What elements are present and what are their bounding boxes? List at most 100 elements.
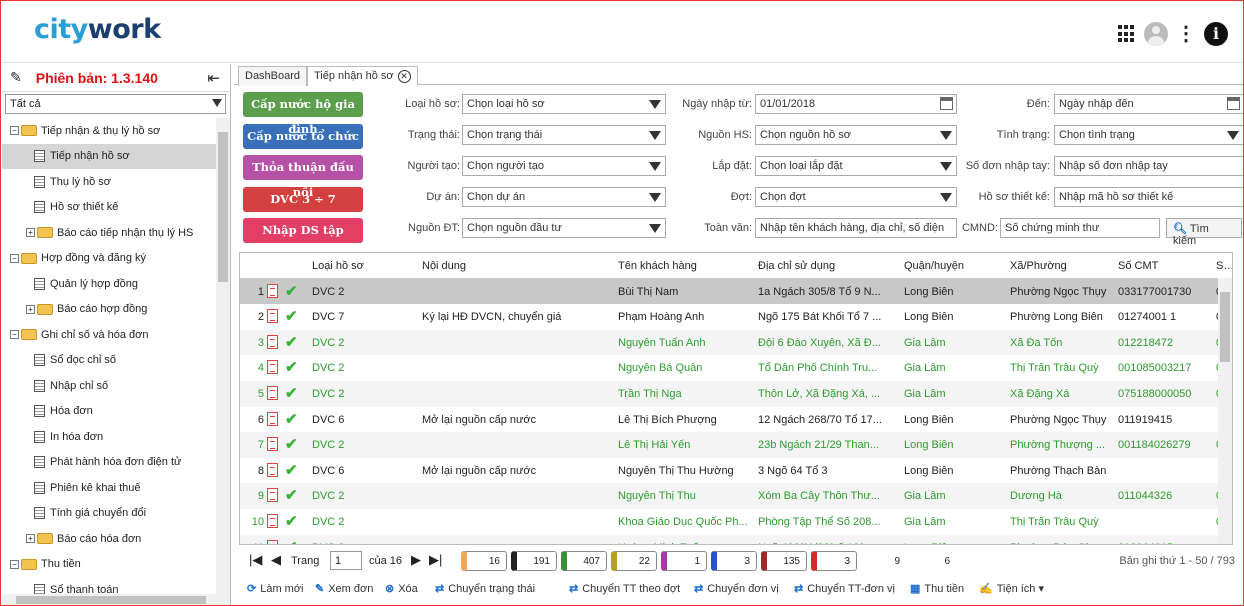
delete-button[interactable]: ⊗ Xóa [385,582,418,595]
sidebar-scrollbar[interactable] [216,118,230,594]
table-row[interactable]: 1 ✔ DVC 2 Bùi Thị Nam 1a Ngách 305/8 Tổ 9 N.… [240,278,1232,305]
change-status-button[interactable]: ⇄ Chuyển trạng thái [435,582,535,595]
column-header[interactable]: Địa chỉ sử dụng [758,260,898,272]
sidebar-item[interactable]: Tiếp nhận hồ sơ [2,143,216,169]
cap-nuoc-to-chuc-button[interactable]: Cấp nước tổ chức [243,123,363,149]
pdf-icon[interactable] [267,334,278,349]
collect-money-button[interactable]: ▦ Thu tiền [910,582,964,595]
view-button[interactable]: ✎ Xem đơn [315,582,373,595]
sidebar-item[interactable]: − Thu tiền [2,552,216,578]
checkmark-icon[interactable]: ✔ [285,486,298,504]
dot-select[interactable]: Chọn đợt [755,187,957,207]
tab-tiep-nhan-ho-so[interactable]: Tiếp nhận hồ sơ ✕ [307,66,418,86]
user-avatar-icon[interactable] [1144,22,1168,46]
checkmark-icon[interactable]: ✔ [285,410,298,428]
close-tab-icon[interactable]: ✕ [397,70,411,83]
pdf-icon[interactable] [267,539,278,544]
cmnd-input[interactable]: Số chứng minh thư [1000,218,1160,238]
sidebar-item[interactable]: In hóa đơn [2,424,216,450]
calendar-icon[interactable] [940,97,953,110]
change-status-batch-button[interactable]: ⇄ Chuyển TT theo đợt [569,582,680,595]
expand-icon[interactable]: + [26,304,35,314]
change-unit-button[interactable]: ⇄ Chuyển đơn vị [694,582,779,595]
table-row[interactable]: 11 ✔ DVC 2 Hoàng Minh Tuấn Ngõ 406/11/26/số … [240,534,1232,544]
nhap-ds-tap-trung-button[interactable]: Nhập DS tập trung [243,218,363,262]
tinh-trang-select[interactable]: Chọn tình trạng [1054,125,1243,145]
collapse-icon[interactable]: − [10,253,19,263]
pdf-icon[interactable] [267,309,278,324]
more-vertical-icon[interactable]: ⋮ [1176,24,1196,44]
dvc-3-7-button[interactable]: DVC 3 ÷ 7 [243,186,363,212]
pdf-icon[interactable] [267,462,278,477]
sidebar-item[interactable]: + Báo cáo hợp đồng [2,297,216,323]
pdf-icon[interactable] [267,411,278,426]
search-button[interactable]: 🔍︎ Tìm kiếm [1166,218,1242,247]
table-scrollbar[interactable] [1218,278,1232,544]
table-row[interactable]: 9 ✔ DVC 2 Nguyễn Thị Thu Xóm Ba Cây Thôn Thư… [240,483,1232,509]
table-row[interactable]: 6 ✔ DVC 6 Mở lại nguồn cấp nước Lê Thị Bích … [240,406,1232,433]
nguoi-tao-select[interactable]: Chọn người tạo [462,156,666,176]
sidebar-item[interactable]: − Hợp đồng và đăng ký [2,246,216,272]
logo[interactable]: citywork [34,14,161,45]
checkmark-icon[interactable]: ✔ [285,282,298,300]
edit-icon[interactable]: ✎ [10,69,22,86]
sidebar-item[interactable]: Sổ đọc chỉ số [2,348,216,374]
status-count-badge[interactable]: 3 [811,551,857,571]
first-page-icon[interactable]: |◀ [249,552,262,568]
column-header[interactable]: Tên khách hàng [618,260,752,272]
du-an-select[interactable]: Chọn dự án [462,187,666,207]
thoa-thuan-dau-noi-button[interactable]: Thỏa thuận đấu nối [243,155,363,199]
page-number-input[interactable]: 1 [330,551,362,570]
prev-page-icon[interactable]: ◀ [271,552,281,568]
loai-ho-so-select[interactable]: Chọn loại hồ sơ [462,94,666,114]
pdf-icon[interactable] [267,386,278,400]
table-row[interactable]: 5 ✔ DVC 2 Trần Thị Nga Thôn Lở, Xã Đặng Xá, … [240,381,1232,407]
checkmark-icon[interactable]: ✔ [285,461,298,479]
column-header[interactable]: Số CMT [1118,260,1210,272]
column-header[interactable]: Loại hồ sơ [312,260,402,272]
status-count-badge[interactable]: 3 [711,551,757,571]
sidebar-item[interactable]: − Ghi chỉ số và hóa đơn [2,322,216,348]
checkmark-icon[interactable]: ✔ [285,384,298,402]
checkmark-icon[interactable]: ✔ [285,538,298,544]
checkmark-icon[interactable]: ✔ [285,307,298,325]
pdf-icon[interactable] [267,514,278,528]
ngay-nhap-den-input[interactable]: Ngày nhập đến [1054,94,1243,114]
sidebar-item[interactable]: − Tiếp nhận & thụ lý hồ sơ [2,118,216,144]
sidebar-item[interactable]: + Báo cáo tiếp nhận thụ lý HS [2,220,216,246]
table-row[interactable]: 4 ✔ DVC 2 Nguyễn Bá Quân Tổ Dân Phố Chính Tr… [240,355,1232,381]
table-row[interactable]: 8 ✔ DVC 6 Mở lại nguồn cấp nước Nguyễn Thị T… [240,457,1232,484]
table-row[interactable]: 2 ✔ DVC 7 Ký lại HĐ DVCN, chuyển giá Phạm Ho… [240,304,1232,330]
status-count-badge[interactable]: 9 [861,551,907,571]
table-row[interactable]: 10 ✔ DVC 2 Khoa Giáo Dục Quốc Ph... Phòng Tậ… [240,509,1232,535]
cap-nuoc-ho-gia-dinh-button[interactable]: Cấp nước hộ gia đình [243,92,363,136]
collapse-icon[interactable]: − [10,559,19,569]
nguon-dt-select[interactable]: Chọn nguồn đầu tư [462,218,666,238]
sidebar-item[interactable]: Phát hành hóa đơn điện tử [2,450,216,476]
column-header[interactable]: Số đ [1216,260,1232,272]
ho-so-thiet-ke-input[interactable]: Nhập mã hồ sơ thiết kế [1054,187,1243,207]
calendar-icon[interactable] [1227,97,1240,110]
next-page-icon[interactable]: ▶ [411,552,421,568]
apps-grid-icon[interactable] [1118,25,1136,43]
status-count-badge[interactable]: 1 [661,551,707,571]
info-icon[interactable]: i [1204,22,1228,46]
pdf-icon[interactable] [267,488,278,503]
sidebar-item[interactable]: Sổ thanh toán [2,577,216,594]
sidebar-item[interactable]: Hóa đơn [2,399,216,425]
sidebar-item[interactable]: Tính giá chuyển đổi [2,501,216,527]
sidebar-item[interactable]: Nhập chỉ số [2,373,216,399]
pdf-icon[interactable] [267,360,278,375]
toan-van-input[interactable]: Nhập tên khách hàng, địa chỉ, số điện [755,218,957,238]
sidebar-item[interactable]: Quản lý hợp đồng [2,271,216,297]
status-count-badge[interactable]: 6 [911,551,957,571]
column-header[interactable]: Quận/huyện [904,260,1004,272]
nguon-hs-select[interactable]: Chọn nguồn hồ sơ [755,125,957,145]
utilities-button[interactable]: ✍ Tiện ích ▾ [979,582,1044,595]
checkmark-icon[interactable]: ✔ [285,512,298,530]
table-row[interactable]: 7 ✔ DVC 2 Lê Thị Hải Yến 23b Ngách 21/29 Tha… [240,432,1232,458]
checkmark-icon[interactable]: ✔ [285,333,298,351]
checkmark-icon[interactable]: ✔ [285,358,298,376]
refresh-button[interactable]: ⟳ Làm mới [247,582,304,595]
status-count-badge[interactable] [961,551,1015,571]
